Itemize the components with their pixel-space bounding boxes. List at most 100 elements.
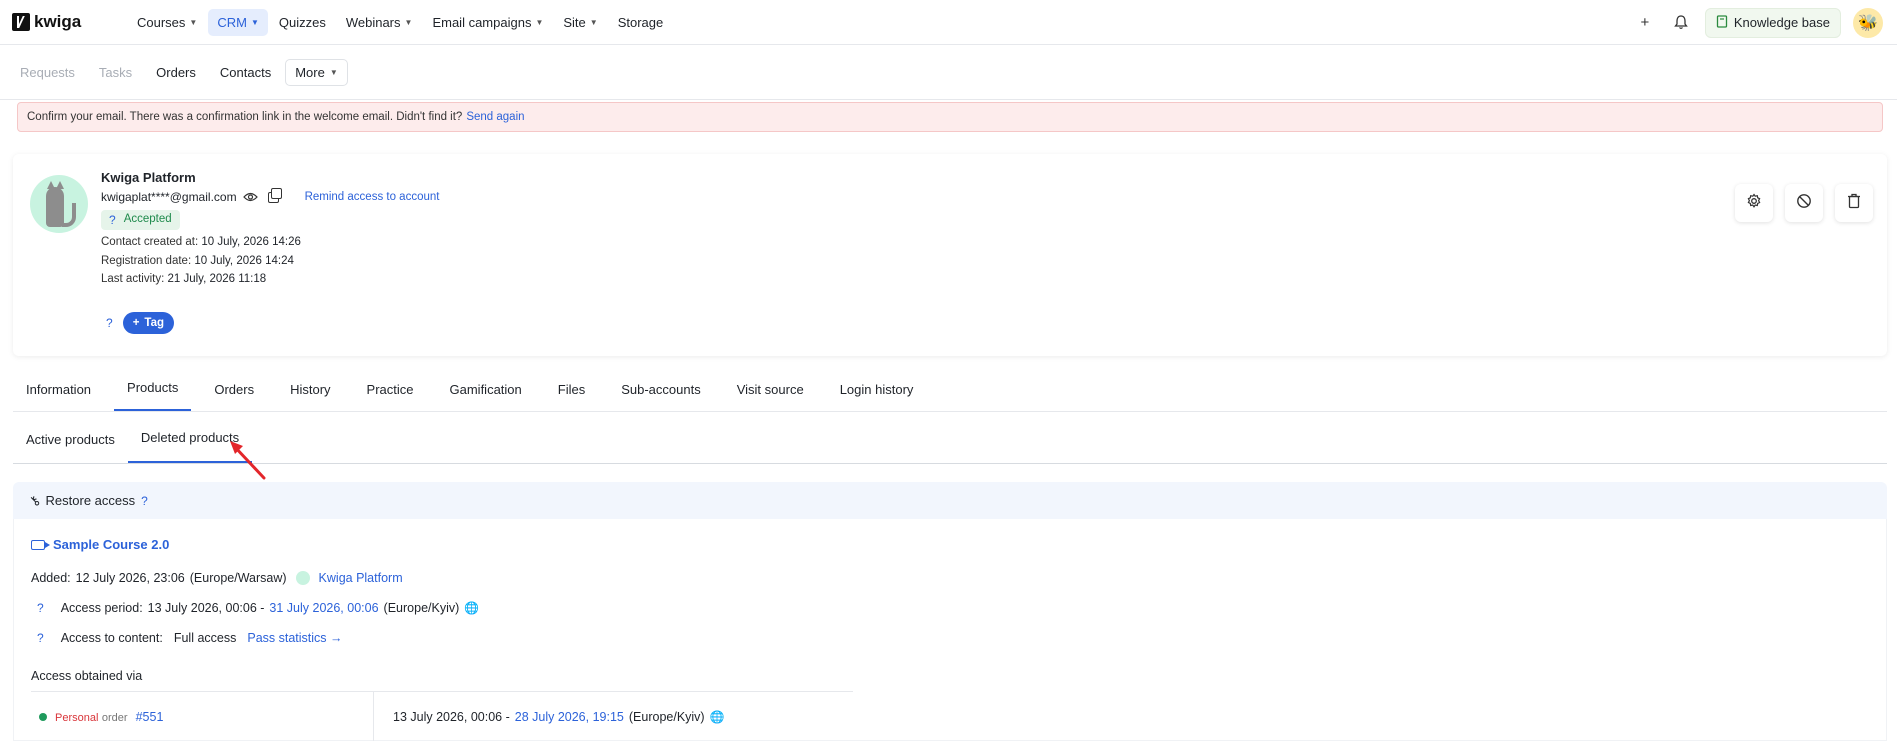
restore-access-label: Restore access (45, 493, 136, 508)
user-avatar[interactable]: 🐝 (1853, 7, 1883, 38)
block-icon (1796, 193, 1812, 214)
access-content-row: ? Access to content: Full access Pass st… (31, 631, 343, 645)
knowledge-base-button[interactable]: Knowledge base (1704, 7, 1841, 38)
access-obtained-label: Access obtained via (31, 669, 143, 683)
tab-orders[interactable]: Orders (201, 382, 267, 411)
delete-button[interactable] (1835, 184, 1873, 222)
gear-icon (1746, 192, 1762, 214)
registered-label: Registration date: (101, 255, 192, 267)
deleted-product-entry: Sample Course 2.0 Added: 12 July 2026, 2… (13, 519, 1887, 741)
access-period-help-icon[interactable]: ? (37, 601, 44, 615)
created-value: 10 July, 2026 14:26 (201, 236, 301, 248)
more-button[interactable]: More ▼ (285, 58, 348, 86)
restore-access-header[interactable]: ⚷ Restore access ? (13, 482, 1887, 519)
order-type: Personal (55, 711, 99, 724)
access-period-start: 13 July 2026, 00:06 - (147, 601, 265, 615)
tab-information[interactable]: Information (13, 382, 104, 411)
plus-icon[interactable]: + (1633, 11, 1657, 35)
contact-created-row: Contact created at: 10 July, 2026 14:26 (101, 236, 301, 248)
chevron-down-icon: ▼ (189, 17, 198, 27)
nav-quizzes[interactable]: Quizzes (270, 9, 335, 36)
contact-tabs: Information Products Orders History Prac… (13, 370, 1887, 412)
nav-label: CRM (217, 14, 247, 30)
plus-icon: + (132, 317, 140, 329)
more-label: More (295, 64, 325, 80)
tab-login-history[interactable]: Login history (827, 382, 927, 411)
nav-crm[interactable]: CRM ▼ (208, 8, 268, 36)
add-tag-button[interactable]: + Tag (122, 312, 174, 334)
added-by-link[interactable]: Kwiga Platform (319, 571, 403, 585)
last-activity-row: Last activity: 21 July, 2026 11:18 (101, 273, 266, 285)
contact-email: kwigaplat****@gmail.com (101, 190, 237, 204)
subnav-contacts[interactable]: Contacts (220, 65, 271, 80)
order-period-cell: 13 July 2026, 00:06 - 28 July 2026, 19:1… (374, 692, 725, 741)
order-period-end[interactable]: 28 July 2026, 19:15 (515, 710, 624, 724)
tab-practice[interactable]: Practice (354, 382, 427, 411)
activity-value: 21 July, 2026 11:18 (167, 273, 267, 285)
nav-site[interactable]: Site ▼ (554, 9, 606, 36)
confirm-email-alert: Confirm your email. There was a confirma… (17, 102, 1883, 132)
chevron-down-icon: ▼ (535, 17, 544, 27)
restore-help-icon[interactable]: ? (141, 494, 148, 508)
subnav-tasks[interactable]: Tasks (99, 65, 132, 80)
product-subtabs: Active products Deleted products (13, 412, 1887, 480)
course-link[interactable]: Sample Course 2.0 (31, 537, 169, 552)
order-cell: Personal order #551 (31, 692, 374, 741)
subnav-requests[interactable]: Requests (20, 65, 75, 80)
kwiga-logo[interactable]: kwiga (12, 12, 122, 32)
status-badge: ? Accepted (101, 210, 180, 230)
bell-icon[interactable] (1669, 11, 1693, 35)
block-button[interactable] (1785, 184, 1823, 222)
access-period-end[interactable]: 31 July 2026, 00:06 (269, 601, 378, 615)
added-value: 12 July 2026, 23:06 (75, 571, 185, 585)
tab-gamification[interactable]: Gamification (437, 382, 535, 411)
alert-text: Confirm your email. There was a confirma… (27, 111, 463, 123)
access-content-label: Access to content: (60, 631, 163, 645)
order-number-link[interactable]: #551 (136, 710, 164, 724)
knowledge-base-label: Knowledge base (1733, 15, 1830, 30)
order-word: order (101, 711, 128, 724)
nav-storage[interactable]: Storage (609, 9, 673, 36)
crm-subnav: Requests Tasks Orders Contacts More ▼ (0, 45, 1897, 100)
access-period-label: Access period: (60, 601, 143, 615)
access-period-timezone: (Europe/Kyiv) (383, 601, 460, 615)
course-name: Sample Course 2.0 (53, 537, 170, 552)
tab-visit-source[interactable]: Visit source (724, 382, 817, 411)
status-dot (39, 712, 47, 721)
copy-icon[interactable] (267, 187, 282, 203)
top-navigation-bar: kwiga Courses ▼ CRM ▼ Quizzes Webinars ▼ Em… (0, 0, 1897, 45)
video-camera-icon (31, 539, 50, 550)
red-arrow-annotation (230, 441, 266, 480)
subnav-orders[interactable]: Orders (156, 65, 196, 80)
status-help-icon[interactable]: ? (109, 213, 116, 227)
subtab-active-products[interactable]: Active products (13, 432, 128, 463)
order-period-start: 13 July 2026, 00:06 - (393, 709, 510, 724)
contact-name: Kwiga Platform (101, 170, 196, 185)
tab-files[interactable]: Files (545, 382, 598, 411)
status-row: ? Accepted (101, 210, 180, 230)
remind-access-link[interactable]: Remind access to account (305, 191, 440, 203)
eye-icon[interactable] (242, 189, 258, 205)
nav-courses[interactable]: Courses ▼ (128, 9, 206, 36)
registration-date-row: Registration date: 10 July, 2026 14:24 (101, 255, 294, 267)
order-period-timezone: (Europe/Kyiv) (628, 709, 705, 724)
nav-email-campaigns[interactable]: Email campaigns ▼ (423, 9, 552, 36)
added-row: Added: 12 July 2026, 23:06 (Europe/Warsa… (31, 571, 403, 585)
tag-help-icon[interactable]: ? (106, 316, 113, 330)
access-content-help-icon[interactable]: ? (37, 631, 44, 645)
cat-tail (62, 203, 76, 227)
book-icon (1716, 14, 1728, 31)
settings-button[interactable] (1735, 184, 1773, 222)
tag-row: ? + Tag (106, 312, 174, 334)
nav-webinars[interactable]: Webinars ▼ (337, 9, 422, 36)
chevron-down-icon: ▼ (250, 17, 259, 27)
send-again-link[interactable]: Send again (466, 111, 524, 123)
tab-products[interactable]: Products (114, 380, 192, 411)
activity-label: Last activity: (101, 273, 165, 285)
pass-statistics-link[interactable]: Pass statistics → (247, 631, 342, 645)
nav-label: Storage (617, 14, 664, 30)
tab-sub-accounts[interactable]: Sub-accounts (608, 382, 714, 411)
tab-history[interactable]: History (277, 382, 343, 411)
access-content-value: Full access (173, 631, 237, 645)
access-period-row: ? Access period: 13 July 2026, 00:06 - 3… (31, 601, 479, 615)
